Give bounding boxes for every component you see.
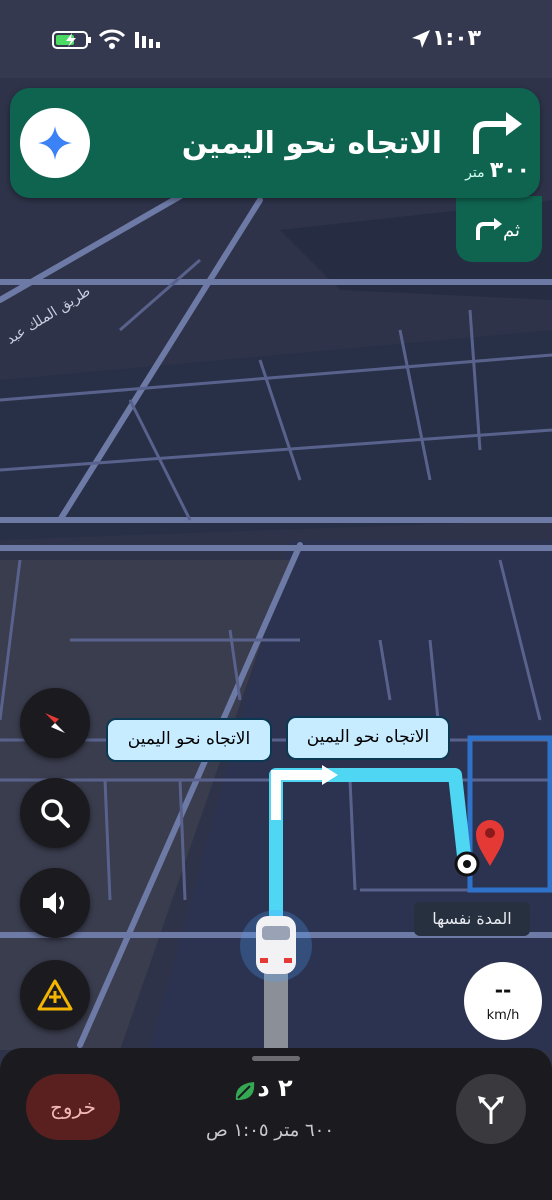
signal-icon xyxy=(135,32,160,48)
status-bar: ١:٠٣ xyxy=(0,0,552,78)
clock: ١:٠٣ xyxy=(432,26,482,51)
distance-unit: متر xyxy=(465,165,485,181)
speedometer: -- km/h xyxy=(464,962,542,1040)
route-callout: الاتجاه نحو اليمين xyxy=(286,716,450,760)
distance-value: ٣٠٠ xyxy=(489,158,530,183)
car-icon xyxy=(240,910,312,982)
then-next-turn-card[interactable]: ثم xyxy=(456,196,542,262)
drag-handle[interactable] xyxy=(252,1056,300,1061)
eta-details: ٦٠٠ متر ١:٠٥ ص xyxy=(205,1120,335,1141)
alternate-routes-icon xyxy=(478,1096,504,1124)
instruction-text: الاتجاه نحو اليمين xyxy=(181,126,442,161)
then-label: ثم xyxy=(503,220,520,241)
distance-to-turn: ٣٠٠ متر xyxy=(465,158,530,183)
alternate-route-chip[interactable]: المدة نفسها xyxy=(414,902,530,936)
wifi-icon xyxy=(98,29,126,49)
eta-duration: ٢ د xyxy=(257,1074,293,1102)
compass-icon xyxy=(45,713,65,733)
compass-button[interactable] xyxy=(20,688,90,758)
report-incident-icon xyxy=(37,979,73,1011)
trip-summary-panel[interactable]: خروج ٢ د ٦٠٠ متر ١:٠٥ ص xyxy=(0,1048,552,1200)
location-arrow-icon xyxy=(412,30,430,48)
turn-right-icon xyxy=(476,218,502,240)
search-icon xyxy=(41,799,70,828)
eco-leaf-icon xyxy=(235,1082,255,1100)
speed-value: -- xyxy=(494,978,512,1002)
gemini-icon xyxy=(38,126,72,160)
navigation-instruction-card[interactable]: الاتجاه نحو اليمين ٣٠٠ متر xyxy=(10,88,540,198)
search-button[interactable] xyxy=(20,778,90,848)
report-incident-button[interactable] xyxy=(20,960,90,1030)
turn-right-icon xyxy=(473,112,522,154)
volume-button[interactable] xyxy=(20,868,90,938)
alternate-routes-button[interactable] xyxy=(456,1074,526,1144)
gemini-button[interactable] xyxy=(20,108,90,178)
route-callout: الاتجاه نحو اليمين xyxy=(106,718,272,762)
speed-unit: km/h xyxy=(486,1008,520,1023)
volume-icon xyxy=(43,892,64,914)
exit-button[interactable]: خروج xyxy=(26,1074,120,1140)
battery-charging-icon xyxy=(52,31,91,49)
